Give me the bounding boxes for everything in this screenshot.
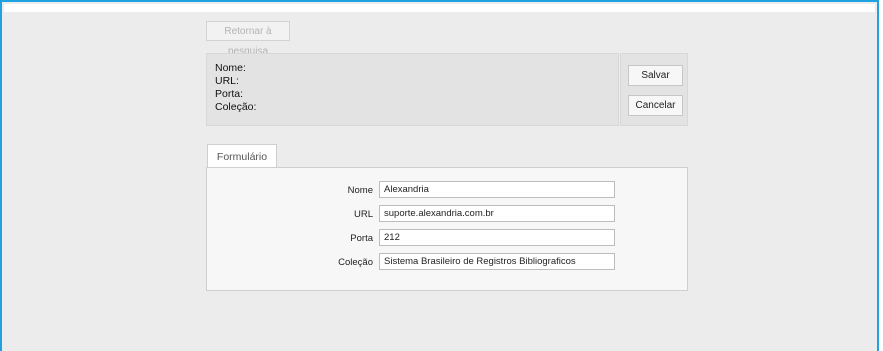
record-summary-panel: Nome: URL: Porta: Coleção: <box>206 53 619 126</box>
summary-name-label: Nome: <box>215 62 246 74</box>
url-field-label: URL <box>353 209 373 220</box>
summary-url-label: URL: <box>215 75 239 87</box>
port-field-label: Porta <box>350 233 373 244</box>
return-to-search-button[interactable]: Retornar à pesquisa <box>206 21 290 57</box>
save-button[interactable]: Salvar <box>628 65 683 86</box>
summary-collection-label: Coleção: <box>215 101 257 113</box>
name-field[interactable]: Alexandria <box>379 181 615 198</box>
top-strip <box>4 4 875 12</box>
collection-field-label: Coleção <box>338 257 373 268</box>
actions-panel: Salvar Cancelar <box>620 53 688 126</box>
collection-field[interactable]: Sistema Brasileiro de Registros Bibliogr… <box>379 253 615 270</box>
url-field[interactable]: suporte.alexandria.com.br <box>379 205 615 222</box>
tab-formulario[interactable]: Formulário <box>207 144 277 168</box>
port-field[interactable]: 212 <box>379 229 615 246</box>
cancel-button[interactable]: Cancelar <box>628 95 683 116</box>
name-field-label: Nome <box>347 185 373 196</box>
summary-port-label: Porta: <box>215 88 244 100</box>
